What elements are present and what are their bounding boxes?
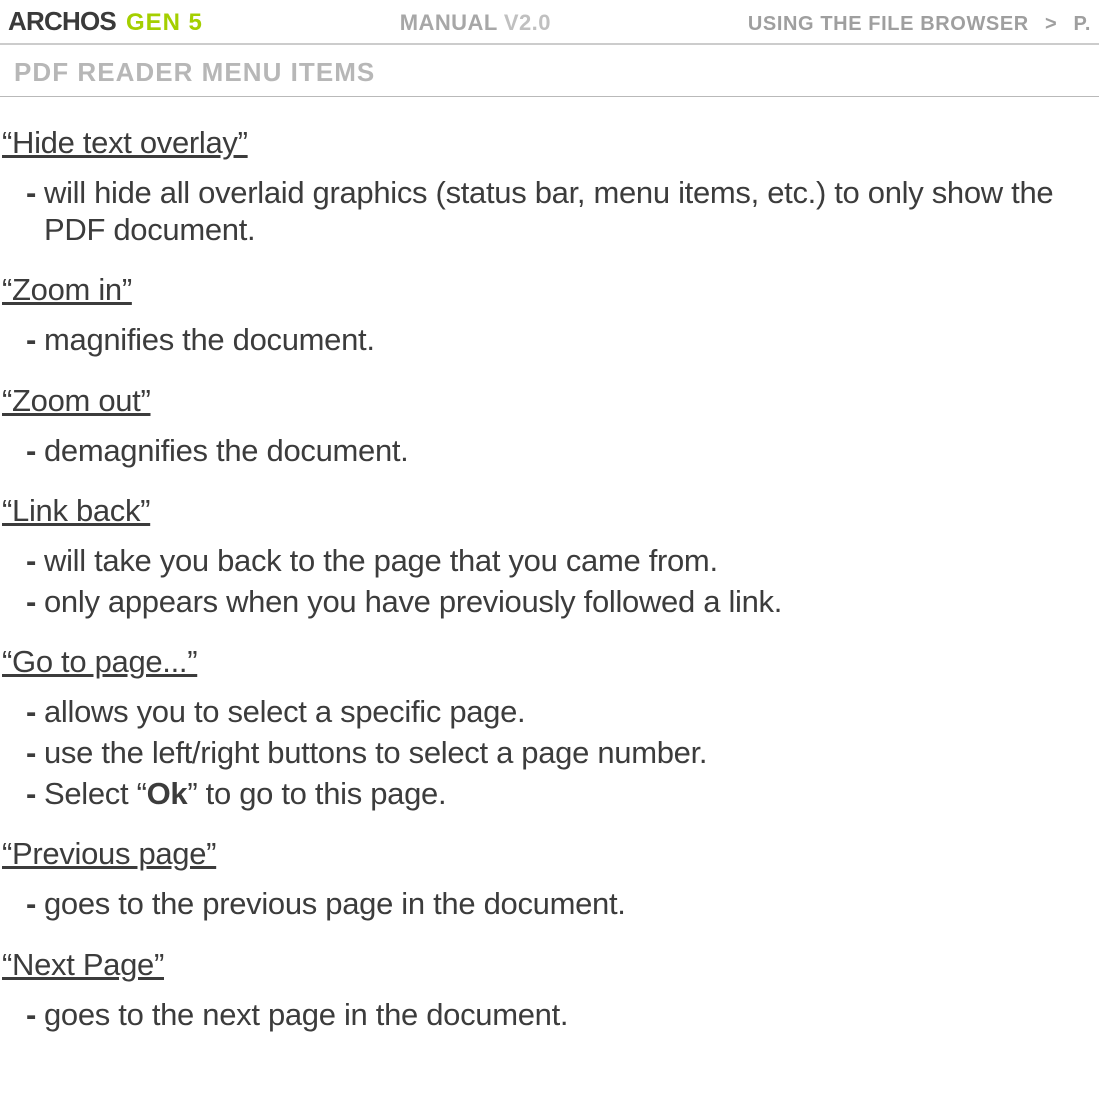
menu-item-heading: “Go to page...” bbox=[2, 644, 1091, 680]
breadcrumb: USING THE FILE BROWSER > P. bbox=[748, 13, 1091, 36]
bullet-list: will take you back to the page that you … bbox=[26, 543, 1091, 620]
bullet-item: only appears when you have previously fo… bbox=[26, 584, 1091, 621]
section-title: PDF READER MENU ITEMS bbox=[0, 45, 1099, 96]
bullet-item: goes to the previous page in the documen… bbox=[26, 886, 1091, 923]
bullet-item: will take you back to the page that you … bbox=[26, 543, 1091, 580]
menu-item-heading: “Hide text overlay” bbox=[2, 125, 1091, 161]
menu-item-heading: “Link back” bbox=[2, 493, 1091, 529]
bullet-item: allows you to select a specific page. bbox=[26, 694, 1091, 731]
bullet-item: Select “Ok” to go to this page. bbox=[26, 776, 1091, 813]
page-prefix: P. bbox=[1073, 13, 1091, 35]
bullet-item: demagnifies the document. bbox=[26, 433, 1091, 470]
bullet-list: demagnifies the document. bbox=[26, 433, 1091, 470]
bullet-list: goes to the previous page in the documen… bbox=[26, 886, 1091, 923]
breadcrumb-separator: > bbox=[1045, 13, 1057, 35]
header-rule bbox=[0, 43, 1099, 45]
bullet-list: goes to the next page in the document. bbox=[26, 997, 1091, 1034]
bullet-list: allows you to select a specific page. use… bbox=[26, 694, 1091, 812]
menu-item-heading: “Next Page” bbox=[2, 947, 1091, 983]
bullet-text-post: ” to go to this page. bbox=[187, 776, 446, 811]
menu-item-heading: “Zoom in” bbox=[2, 272, 1091, 308]
page-header: ARCHOS GEN 5 MANUAL V2.0 USING THE FILE … bbox=[0, 0, 1099, 41]
manual-word: MANUAL bbox=[400, 10, 498, 35]
brand-logo-text: ARCHOS bbox=[8, 6, 116, 37]
manual-label: MANUAL V2.0 bbox=[400, 10, 551, 35]
bullet-item: goes to the next page in the document. bbox=[26, 997, 1091, 1034]
menu-item-heading: “Previous page” bbox=[2, 836, 1091, 872]
menu-item-heading: “Zoom out” bbox=[2, 383, 1091, 419]
breadcrumb-section: USING THE FILE BROWSER bbox=[748, 13, 1029, 35]
bullet-list: magnifies the document. bbox=[26, 322, 1091, 359]
bullet-list: will hide all overlaid graphics (status … bbox=[26, 175, 1091, 248]
bullet-item: magnifies the document. bbox=[26, 322, 1091, 359]
bullet-text-pre: Select “ bbox=[44, 776, 147, 811]
bullet-item: will hide all overlaid graphics (status … bbox=[26, 175, 1091, 248]
content-body: “Hide text overlay” will hide all overlai… bbox=[0, 97, 1099, 1057]
bullet-text-bold: Ok bbox=[147, 776, 188, 811]
bullet-item: use the left/right buttons to select a p… bbox=[26, 735, 1091, 772]
manual-version: V2.0 bbox=[504, 10, 551, 35]
gen-label: GEN 5 bbox=[126, 9, 203, 37]
